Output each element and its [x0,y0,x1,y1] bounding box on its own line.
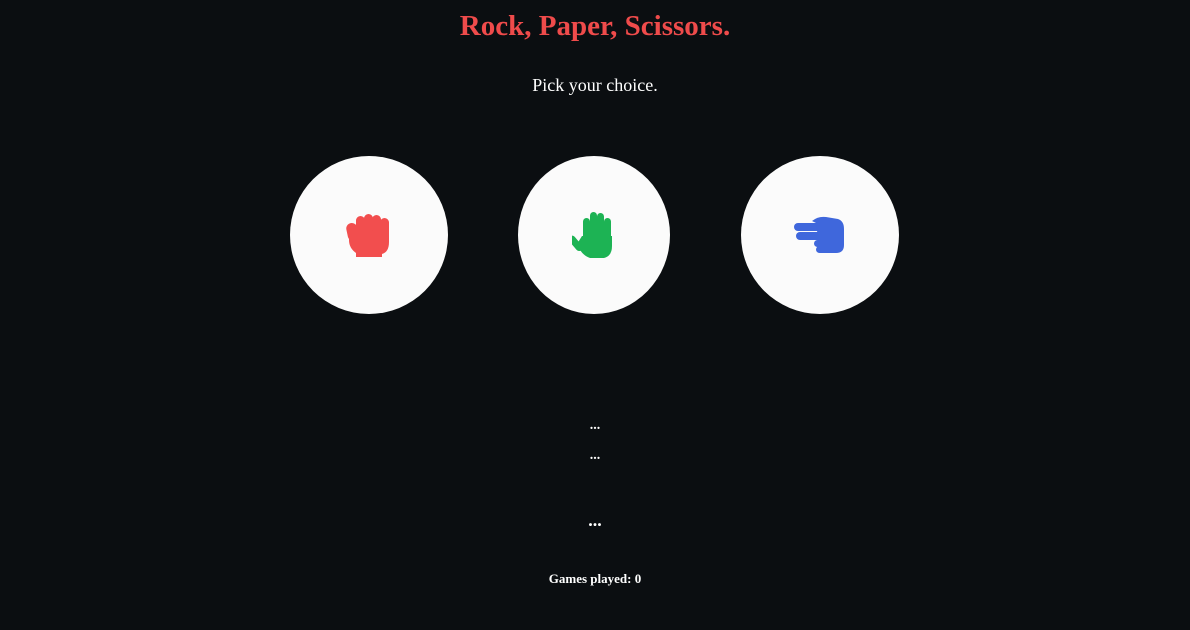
scissors-button[interactable] [741,156,899,314]
outcome-text: ... [588,510,602,530]
paper-button[interactable] [518,156,670,314]
game-page: Rock, Paper, Scissors. Pick your choice. [0,0,1190,630]
scissors-hand-icon [794,213,846,257]
rock-button[interactable] [290,156,448,314]
computer-choice-text: ... [589,448,601,463]
open-hand-icon [572,210,616,260]
games-played-counter: Games played: 0 [548,571,642,586]
player-choice-text: ... [589,418,601,433]
page-title: Rock, Paper, Scissors. [459,10,731,42]
fist-icon [344,212,394,258]
instruction-text: Pick your choice. [532,75,658,95]
